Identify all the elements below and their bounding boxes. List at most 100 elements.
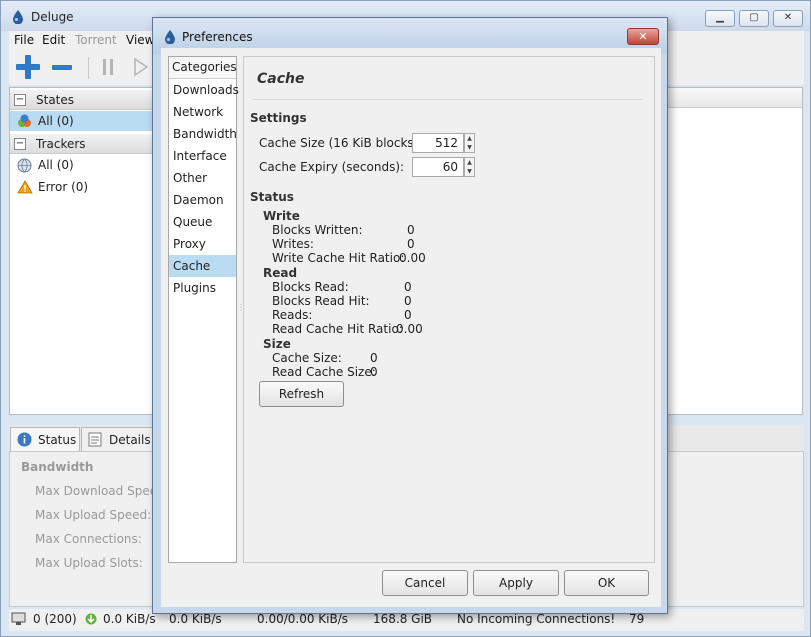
menu-torrent[interactable]: Torrent xyxy=(75,33,117,47)
cache-size-label: Cache Size (16 KiB blocks): xyxy=(259,136,423,150)
arrow-down-icon[interactable]: ▼ xyxy=(467,144,472,151)
blocks-read-hit-value: 0 xyxy=(404,294,412,308)
category-cache[interactable]: Cache xyxy=(169,255,236,277)
category-bandwidth[interactable]: Bandwidth xyxy=(169,123,237,145)
reads-label: Reads: xyxy=(272,308,313,322)
add-torrent-icon[interactable] xyxy=(15,54,41,83)
page-title: Cache xyxy=(257,71,305,87)
sidebar-item-label: Error (0) xyxy=(38,180,89,194)
collapse-icon[interactable]: − xyxy=(14,94,26,106)
arrow-up-icon[interactable]: ▲ xyxy=(467,135,472,142)
close-icon: ✕ xyxy=(783,12,793,23)
upload-speed[interactable]: 0.0 KiB/s xyxy=(169,612,222,626)
cache-expiry-label: Cache Expiry (seconds): xyxy=(259,160,405,174)
download-speed[interactable]: 0.0 KiB/s xyxy=(103,612,156,626)
ok-button[interactable]: OK xyxy=(564,570,649,596)
refresh-button[interactable]: Refresh xyxy=(259,381,344,407)
sidebar-item-trackers-all[interactable]: All (0) xyxy=(10,155,155,175)
read-cache-size-label: Read Cache Size: xyxy=(272,365,376,379)
toolbar-separator xyxy=(88,57,89,79)
deluge-logo-icon xyxy=(12,10,24,27)
category-interface[interactable]: Interface xyxy=(169,145,236,167)
read-header: Read xyxy=(263,266,298,280)
maximize-button[interactable]: ▢ xyxy=(739,10,769,27)
reads-value: 0 xyxy=(404,308,412,322)
download-speed-icon xyxy=(85,612,97,629)
minimize-button[interactable]: ▁ xyxy=(705,10,735,27)
remove-torrent-icon[interactable] xyxy=(50,54,74,83)
resume-icon[interactable] xyxy=(133,56,149,81)
status-cache-size-label: Cache Size: xyxy=(272,351,342,365)
pause-icon[interactable] xyxy=(101,56,115,81)
menu-edit[interactable]: Edit xyxy=(42,33,65,47)
status-header: Status xyxy=(250,190,294,204)
cache-size-stepper[interactable]: ▲ ▼ xyxy=(464,133,475,153)
category-network[interactable]: Network xyxy=(169,101,236,123)
category-plugins[interactable]: Plugins xyxy=(169,277,236,299)
apply-button[interactable]: Apply xyxy=(473,570,559,596)
category-queue[interactable]: Queue xyxy=(169,211,236,233)
categories-header: Categories xyxy=(169,57,237,79)
cache-size-input[interactable]: 512 xyxy=(412,133,464,153)
dialog-close-button[interactable]: ✕ xyxy=(627,28,659,45)
info-icon xyxy=(17,432,32,450)
menu-view[interactable]: View xyxy=(126,33,154,47)
minimize-icon: ▁ xyxy=(716,12,724,23)
tab-status-label: Status xyxy=(38,433,77,447)
categories-list: Categories Downloads Network Bandwidth I… xyxy=(168,56,239,563)
cache-settings-page: Cache Settings Cache Size (16 KiB blocks… xyxy=(243,56,655,563)
max-upload-label: Max Upload Speed: xyxy=(35,508,152,522)
category-other[interactable]: Other xyxy=(169,167,236,189)
main-window-title: Deluge xyxy=(31,10,74,24)
free-space: 168.8 GiB xyxy=(373,612,433,626)
main-close-button[interactable]: ✕ xyxy=(773,10,803,27)
warning-icon xyxy=(17,180,33,197)
sidebar-item-label: All (0) xyxy=(38,158,74,172)
read-cache-size-value: 0 xyxy=(370,365,378,379)
states-header[interactable]: − States xyxy=(10,90,155,110)
write-hit-ratio-label: Write Cache Hit Ratio: xyxy=(272,251,405,265)
sidebar-item-trackers-error[interactable]: Error (0) xyxy=(10,177,155,197)
sidebar-item-states-all[interactable]: All (0) xyxy=(10,111,155,131)
tab-details-label: Details xyxy=(109,433,151,447)
incoming-connections: No Incoming Connections! xyxy=(457,612,616,626)
writes-value: 0 xyxy=(407,237,415,251)
blocks-read-hit-label: Blocks Read Hit: xyxy=(272,294,370,308)
collapse-icon[interactable]: − xyxy=(14,138,26,150)
connections-count[interactable]: 0 (200) xyxy=(33,612,77,626)
category-downloads[interactable]: Downloads xyxy=(169,79,239,101)
tab-details[interactable]: Details xyxy=(81,427,155,451)
blocks-read-value: 0 xyxy=(404,280,412,294)
cancel-button[interactable]: Cancel xyxy=(382,570,468,596)
size-header: Size xyxy=(263,337,291,351)
dialog-body: Categories Downloads Network Bandwidth I… xyxy=(161,48,661,607)
protocol-traffic[interactable]: 0.00/0.00 KiB/s xyxy=(257,612,348,626)
states-header-label: States xyxy=(36,93,75,107)
details-icon xyxy=(88,432,102,450)
all-states-icon xyxy=(17,114,32,131)
cache-expiry-input[interactable]: 60 xyxy=(412,157,464,177)
bandwidth-header: Bandwidth xyxy=(21,460,94,474)
status-cache-size-value: 0 xyxy=(370,351,378,365)
close-icon: ✕ xyxy=(638,30,648,43)
settings-header: Settings xyxy=(250,111,307,125)
blocks-written-value: 0 xyxy=(407,223,415,237)
dht-nodes: 79 xyxy=(629,612,645,626)
category-daemon[interactable]: Daemon xyxy=(169,189,236,211)
max-upload-slots-label: Max Upload Slots: xyxy=(35,556,143,570)
trackers-header-label: Trackers xyxy=(36,137,86,151)
cache-expiry-stepper[interactable]: ▲ ▼ xyxy=(464,157,475,177)
tab-status[interactable]: Status xyxy=(10,427,80,451)
trackers-header[interactable]: − Trackers xyxy=(10,134,155,154)
write-hit-ratio-value: 0.00 xyxy=(399,251,426,265)
read-hit-ratio-value: 0.00 xyxy=(396,322,423,336)
category-proxy[interactable]: Proxy xyxy=(169,233,236,255)
maximize-icon: ▢ xyxy=(749,12,759,23)
write-header: Write xyxy=(263,209,300,223)
arrow-up-icon[interactable]: ▲ xyxy=(467,159,472,166)
globe-icon xyxy=(17,158,32,176)
sidebar-item-label: All (0) xyxy=(38,114,74,128)
arrow-down-icon[interactable]: ▼ xyxy=(467,168,472,175)
filter-sidebar: − States All (0) − Trackers All (0) Erro… xyxy=(9,87,155,415)
menu-file[interactable]: File xyxy=(14,33,34,47)
